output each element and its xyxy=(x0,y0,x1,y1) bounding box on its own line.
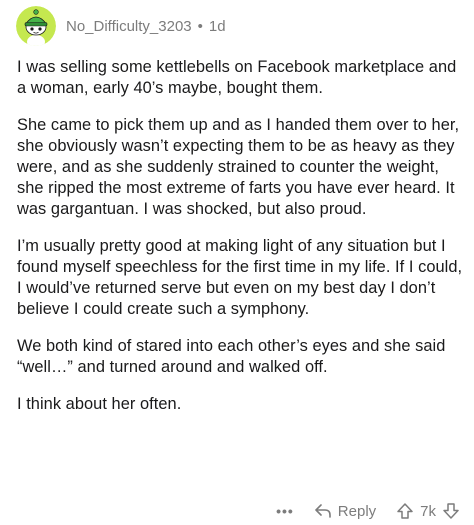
meta-separator: • xyxy=(197,17,203,35)
vote-controls: 7k xyxy=(396,502,460,520)
comment-age: 1d xyxy=(208,17,226,35)
username[interactable]: No_Difficulty_3203 xyxy=(66,18,192,35)
vote-count: 7k xyxy=(420,502,436,520)
reply-label: Reply xyxy=(337,502,377,520)
comment-header: No_Difficulty_3203 • 1d xyxy=(16,6,226,46)
user-avatar-icon[interactable] xyxy=(16,6,56,46)
downvote-arrow-icon[interactable] xyxy=(442,502,460,520)
more-options-button[interactable]: ••• xyxy=(276,503,294,519)
comment-paragraph: She came to pick them up and as I handed… xyxy=(17,116,460,218)
comment-paragraph: I’m usually pretty good at making light … xyxy=(17,237,463,318)
reply-button[interactable]: Reply xyxy=(314,503,376,520)
comment: No_Difficulty_3203 • 1d I was selling so… xyxy=(0,0,474,525)
comment-actions: ••• Reply 7k xyxy=(276,498,460,524)
comment-paragraph: We both kind of stared into each other’s… xyxy=(17,337,446,376)
upvote-arrow-icon[interactable] xyxy=(396,502,414,520)
comment-paragraph: I think about her often. xyxy=(17,395,182,413)
reply-arrow-icon xyxy=(314,504,331,518)
comment-paragraph: I was selling some kettlebells on Facebo… xyxy=(17,58,457,97)
comment-meta: No_Difficulty_3203 • 1d xyxy=(66,18,226,35)
comment-body: I was selling some kettlebells on Facebo… xyxy=(17,57,463,431)
